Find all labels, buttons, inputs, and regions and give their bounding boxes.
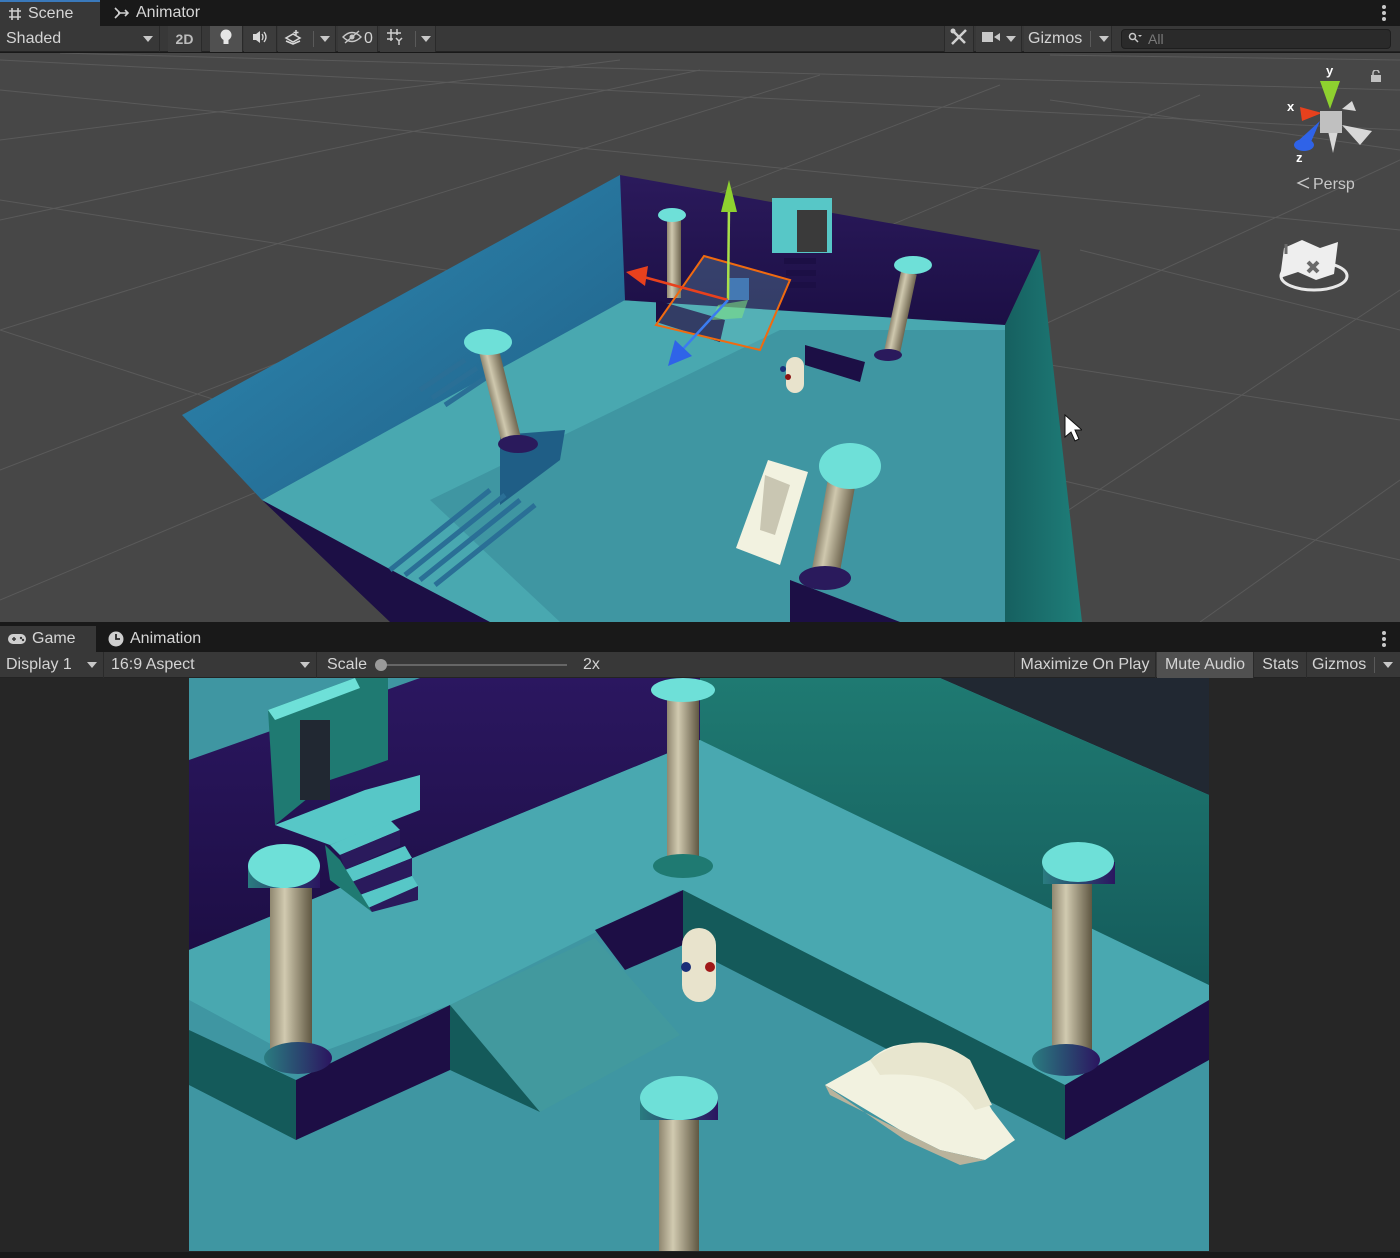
chevron-down-icon xyxy=(420,36,431,42)
grid-hash-icon xyxy=(8,7,22,21)
mouse-cursor-icon xyxy=(1064,413,1084,447)
gizmos-label: Gizmos xyxy=(1028,30,1083,47)
scale-slider[interactable] xyxy=(375,658,568,672)
tab-animation-label: Animation xyxy=(130,630,202,647)
animator-arrow-icon xyxy=(114,6,130,20)
gizmo-z-label: z xyxy=(1296,150,1303,165)
mute-audio-label: Mute Audio xyxy=(1164,656,1246,673)
scene-lighting-toggle[interactable] xyxy=(210,26,243,52)
game-panel-menu-button[interactable] xyxy=(1382,631,1386,647)
chevron-down-icon xyxy=(1005,36,1016,42)
scene-doorway xyxy=(797,210,827,252)
scene-camera-dropdown[interactable] xyxy=(976,26,1022,52)
game-doorway xyxy=(300,720,330,800)
scene-panel-menu-button[interactable] xyxy=(1382,5,1386,21)
gizmo-x-label: x xyxy=(1287,99,1295,114)
lock-icon[interactable] xyxy=(1370,69,1382,87)
game-tabbar: Game Animation xyxy=(0,626,1400,652)
gizmo-x-cone xyxy=(1300,107,1322,121)
gizmo-y-cone xyxy=(1320,81,1340,109)
scene-tabbar: Scene Animator xyxy=(0,0,1400,26)
draw-mode-value: Shaded xyxy=(6,30,62,47)
chevron-down-icon xyxy=(320,36,330,42)
scene-effects-toggle[interactable] xyxy=(278,26,308,52)
scene-3d-render xyxy=(0,53,1400,622)
mute-audio-toggle[interactable]: Mute Audio xyxy=(1157,652,1254,678)
scene-audio-toggle[interactable] xyxy=(244,26,277,52)
hidden-count: 0 xyxy=(364,30,373,47)
divider xyxy=(1090,31,1092,47)
display-value: Display 1 xyxy=(6,656,72,673)
chevron-left-icon xyxy=(1296,176,1310,194)
scene-visibility-toggle[interactable]: 0 xyxy=(338,26,378,52)
maximize-on-play-toggle[interactable]: Maximize On Play xyxy=(1014,652,1156,678)
bottom-border xyxy=(0,1252,1400,1258)
tab-scene-label: Scene xyxy=(28,5,74,22)
gizmo-y-axis xyxy=(726,204,731,301)
lightbulb-icon xyxy=(219,28,233,51)
chevron-down-icon xyxy=(1099,36,1110,42)
game-view xyxy=(0,678,1400,1253)
search-icon xyxy=(1128,31,1142,47)
grid-snap-icon xyxy=(386,28,404,51)
tab-game-label: Game xyxy=(32,630,76,647)
scene-effects-dropdown[interactable] xyxy=(308,26,336,52)
scale-control: Scale 2x xyxy=(320,652,620,678)
gamepad-icon xyxy=(8,633,26,645)
grid-snap-toggle[interactable] xyxy=(380,26,410,52)
stats-label: Stats xyxy=(1262,656,1299,673)
navmesh-map-icon xyxy=(1276,236,1350,299)
scale-slider-thumb[interactable] xyxy=(375,659,388,671)
chevron-down-icon xyxy=(1383,662,1394,668)
projection-label: Persp xyxy=(1313,176,1355,193)
divider xyxy=(1374,657,1376,673)
chevron-down-icon xyxy=(143,36,153,42)
tab-animator-label: Animator xyxy=(136,4,201,21)
scene-tools-button[interactable] xyxy=(944,26,974,52)
chevron-down-icon xyxy=(300,662,310,668)
tab-game[interactable]: Game xyxy=(0,626,96,652)
clock-icon xyxy=(108,631,124,647)
maximize-on-play-label: Maximize On Play xyxy=(1020,656,1150,673)
scale-slider-track xyxy=(375,664,568,666)
grid-snap-dropdown[interactable] xyxy=(410,26,436,52)
player-eye-blue xyxy=(681,962,691,972)
scene-search-input[interactable]: All xyxy=(1121,29,1391,49)
effects-layers-icon xyxy=(284,29,302,50)
search-placeholder: All xyxy=(1148,31,1164,47)
gizmo-y-label: y xyxy=(1326,63,1334,78)
divider xyxy=(313,31,314,47)
player-eye-red xyxy=(705,962,715,972)
tab-animator[interactable]: Animator xyxy=(106,0,216,26)
display-dropdown[interactable]: Display 1 xyxy=(0,652,104,678)
game-render-canvas[interactable] xyxy=(189,678,1209,1251)
plane-handle-xy xyxy=(727,278,749,300)
draw-mode-dropdown[interactable]: Shaded xyxy=(0,26,160,52)
tab-scene[interactable]: Scene xyxy=(0,0,100,26)
aspect-dropdown[interactable]: 16:9 Aspect xyxy=(105,652,317,678)
scene-gizmos-dropdown[interactable]: Gizmos xyxy=(1024,26,1112,52)
game-3d-render xyxy=(189,678,1209,1251)
camera-icon xyxy=(981,30,1000,48)
scene-panel: Scene Animator Shaded 2D 0 Gizmos All y … xyxy=(0,0,1400,622)
game-gizmos-dropdown[interactable]: Gizmos xyxy=(1308,652,1400,678)
hidden-eye-icon xyxy=(342,29,363,49)
aspect-value: 16:9 Aspect xyxy=(111,656,195,673)
toggle-2d-button[interactable]: 2D xyxy=(168,26,202,52)
stats-toggle[interactable]: Stats xyxy=(1255,652,1307,678)
game-toolbar: Display 1 16:9 Aspect Scale 2x Maximize … xyxy=(0,652,1400,678)
gizmos-label: Gizmos xyxy=(1312,656,1367,673)
scene-viewport[interactable]: y x z Persp xyxy=(0,53,1400,622)
projection-toggle[interactable]: Persp xyxy=(1296,176,1355,194)
scale-label: Scale xyxy=(327,656,368,673)
divider xyxy=(414,31,416,47)
wrench-tools-icon xyxy=(950,28,968,51)
chevron-down-icon xyxy=(87,662,97,668)
scene-toolbar: Shaded 2D 0 Gizmos All xyxy=(0,26,1400,52)
tab-animation[interactable]: Animation xyxy=(100,626,220,652)
scale-value: 2x xyxy=(583,656,600,673)
speaker-icon xyxy=(251,30,269,49)
toggle-2d-label: 2D xyxy=(175,31,194,47)
